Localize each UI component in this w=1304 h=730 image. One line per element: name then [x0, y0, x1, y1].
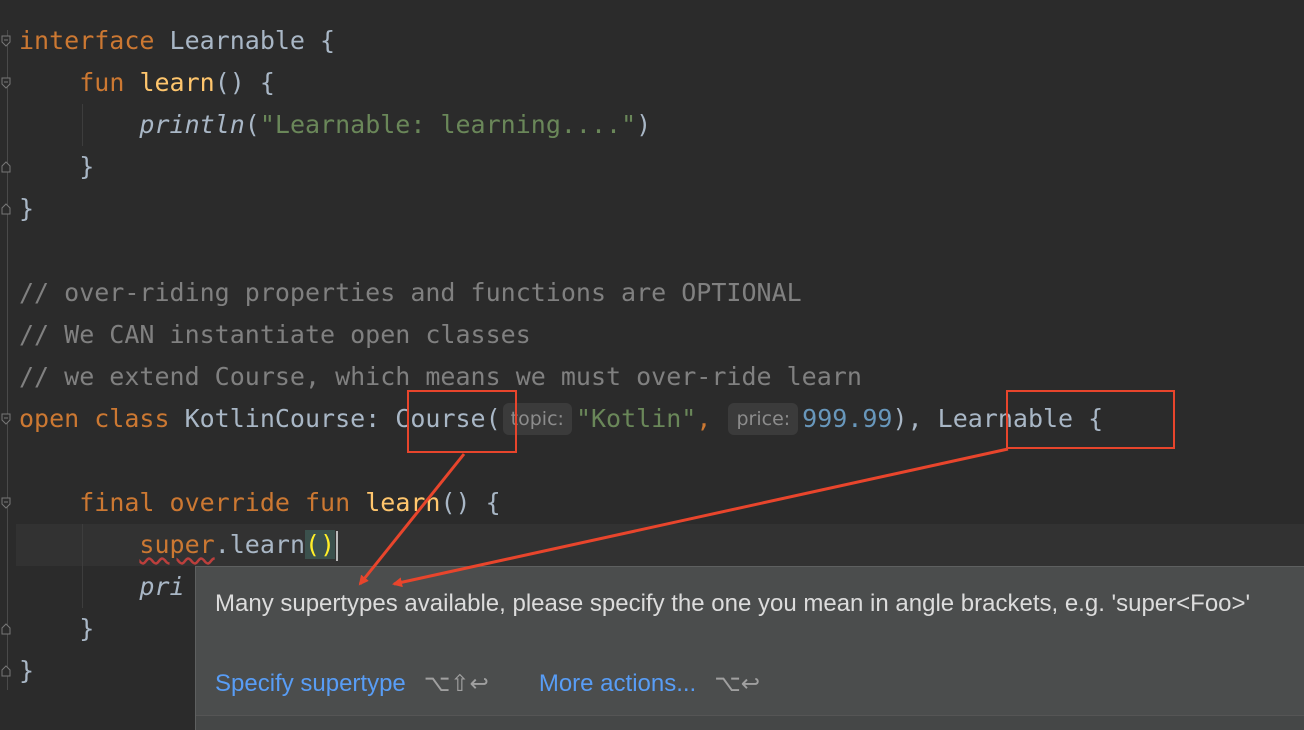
code-punct: ( [244, 110, 260, 139]
param-hint-price: price: [728, 403, 799, 435]
fold-icon[interactable] [1, 77, 11, 89]
string-literal: "Learnable: learning...." [259, 110, 637, 139]
code-line-14[interactable]: } [19, 650, 34, 692]
code-text: } [19, 656, 35, 685]
text-caret [336, 531, 339, 561]
keyword-fun: fun [79, 68, 125, 97]
code-line-println-partial[interactable]: pri [19, 566, 185, 608]
code-text: pri [139, 572, 185, 601]
println-call: println [139, 110, 245, 139]
comment-text: // we extend Course, which means we must… [19, 362, 862, 391]
more-actions-link[interactable]: More actions... [539, 670, 696, 697]
code-line-class-decl[interactable]: open class KotlinCourse: Course(topic: "K… [19, 398, 1103, 440]
function-name: learn [139, 68, 215, 97]
code-text: } [19, 614, 95, 643]
code-line-13[interactable]: } [19, 608, 94, 650]
matched-parens: () [305, 530, 336, 559]
fold-end-icon[interactable] [1, 623, 11, 635]
code-comma: , [696, 404, 727, 433]
code-text: } [19, 152, 95, 181]
keyword-super-error[interactable]: super [139, 530, 214, 559]
code-editor[interactable]: interface Learnable { fun learn() { prin… [0, 0, 1304, 730]
code-text: } [19, 194, 35, 223]
error-tooltip-popup: Many supertypes available, please specif… [195, 566, 1304, 730]
function-name: learn [365, 488, 441, 517]
code-line-1[interactable]: interface Learnable { [19, 20, 335, 62]
fold-end-icon[interactable] [1, 665, 11, 677]
code-line-3[interactable]: println("Learnable: learning....") [19, 104, 651, 146]
popup-actions: Specify supertype ⌥⇧↩ More actions... ⌥↩ [215, 667, 760, 701]
code-punct: ) [636, 110, 652, 139]
code-line-4[interactable]: } [19, 146, 94, 188]
annotation-box-learnable [1006, 390, 1175, 449]
code-line-super-call[interactable]: super.learn() [19, 524, 339, 566]
comment-text: // We CAN instantiate open classes [19, 320, 531, 349]
keyword-interface: interface [19, 26, 155, 55]
method-call: .learn [214, 530, 305, 559]
popup-footer [196, 715, 1304, 730]
fold-icon[interactable] [1, 413, 11, 425]
string-literal: "Kotlin" [575, 404, 697, 433]
gutter-line [7, 30, 8, 690]
fold-end-icon[interactable] [1, 161, 11, 173]
keyword-final-override-fun: final override fun [79, 488, 351, 517]
number-literal: 999.99 [802, 404, 893, 433]
editor-gutter [0, 0, 16, 730]
code-line-override[interactable]: final override fun learn() { [19, 482, 501, 524]
specify-supertype-link[interactable]: Specify supertype [215, 670, 406, 697]
code-line-2[interactable]: fun learn() { [19, 62, 275, 104]
fold-icon[interactable] [1, 497, 11, 509]
fold-icon[interactable] [1, 35, 11, 47]
error-message: Many supertypes available, please specif… [215, 590, 1251, 617]
shortcut-hint: ⌥⇧↩ [423, 671, 489, 697]
class-name: KotlinCourse: [169, 404, 396, 433]
shortcut-hint: ⌥↩ [714, 671, 761, 697]
code-line-comment-2[interactable]: // We CAN instantiate open classes [19, 314, 531, 356]
code-punct: ), [892, 404, 938, 433]
comment-text: // over-riding properties and functions … [19, 278, 802, 307]
code-line-5[interactable]: } [19, 188, 34, 230]
interface-name: Learnable { [154, 26, 336, 55]
code-punct: () { [214, 68, 275, 97]
fold-end-icon[interactable] [1, 203, 11, 215]
keyword-open-class: open class [19, 404, 170, 433]
code-line-comment-1[interactable]: // over-riding properties and functions … [19, 272, 802, 314]
code-punct: () { [440, 488, 501, 517]
annotation-box-course [407, 390, 517, 453]
